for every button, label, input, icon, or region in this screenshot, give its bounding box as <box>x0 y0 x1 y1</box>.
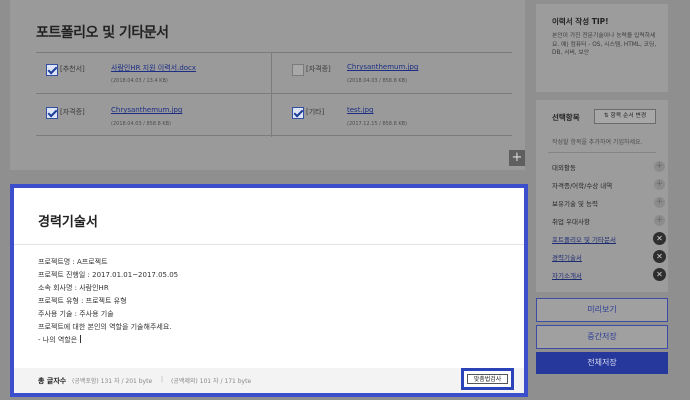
add-item-icon[interactable]: + <box>654 179 665 190</box>
text-line: 프로젝트 유형 : 프로젝트 유형 <box>38 297 127 305</box>
divider <box>548 152 656 153</box>
grid-divider <box>271 53 272 137</box>
text-line: 프로젝트에 대한 본인의 역할을 기술해주세요. <box>38 323 172 331</box>
file-tag: [기타] <box>306 108 325 116</box>
file-tag: [자격증] <box>306 65 331 73</box>
selection-item-label: 보유기술 및 능력 <box>552 200 598 208</box>
file-checkbox[interactable] <box>46 64 58 76</box>
portfolio-section: 포트폴리오 및 기타문서 [추천서] 사람인HR 지원 이력서.docx (20… <box>10 0 525 170</box>
file-link[interactable]: test.jpg <box>347 106 374 114</box>
portfolio-file-grid: [추천서] 사람인HR 지원 이력서.docx (2018.04.03 / 13… <box>36 52 512 137</box>
add-item-icon[interactable]: + <box>654 161 665 172</box>
text-line: 프로젝트명 : A프로젝트 <box>38 258 108 266</box>
text-line-last: - 나의 역할은 <box>38 334 178 347</box>
career-textarea[interactable]: 프로젝트명 : A프로젝트 프로젝트 진행일 : 2017.01.01~2017… <box>38 256 178 347</box>
char-count-without-spaces: (공백제외) 101 자 / 171 byte <box>171 378 252 385</box>
portfolio-file-item: [자격증] Chrysanthemum.jpg (2018.04.03 / 85… <box>282 53 512 93</box>
save-all-button[interactable]: 전체저장 <box>536 352 668 374</box>
char-count-with-spaces: (공백포함) 131 자 / 201 byte <box>72 378 153 385</box>
selection-item-label: 대외활동 <box>552 164 576 172</box>
selection-item: 경력기술서 ✕ <box>552 250 666 264</box>
add-item-icon[interactable]: + <box>654 215 665 226</box>
count-separator: | <box>161 376 164 383</box>
reorder-button[interactable]: ⇅ 항목 순서 변경 <box>594 109 656 124</box>
add-file-button[interactable]: + <box>509 150 525 166</box>
file-meta: (2018.04.03 / 858.8 KB) <box>347 78 408 84</box>
remove-item-icon[interactable]: ✕ <box>653 232 666 245</box>
text-line: 주사용 기술 : 주사용 기술 <box>38 310 114 318</box>
divider <box>14 244 524 245</box>
temp-save-button[interactable]: 중간저장 <box>536 325 668 349</box>
tips-title: 이력서 작성 TIP! <box>552 17 609 26</box>
add-item-icon[interactable]: + <box>654 197 665 208</box>
tips-body: 본인이 가진 전문기술이나 능력을 입력하세요. 예) 컴퓨터 - OS, 시스… <box>552 33 657 56</box>
text-line: - 나의 역할은 <box>38 336 80 344</box>
selection-hint: 작성할 항목을 추가하여 기입하세요. <box>552 139 643 146</box>
selection-title: 선택항목 <box>552 113 580 122</box>
spell-check-highlight: 맞춤법검사 <box>461 368 514 390</box>
selection-item-label: 자격증/어학/수상 내역 <box>552 182 613 190</box>
selection-item: 포트폴리오 및 기타문서 ✕ <box>552 232 666 246</box>
grid-divider <box>36 93 512 94</box>
preview-button[interactable]: 미리보기 <box>536 298 668 322</box>
text-line: 프로젝트 진행일 : 2017.01.01~2017.05.05 <box>38 271 179 279</box>
portfolio-file-item: [기타] test.jpg (2017.12.15 / 858.8 KB) <box>282 96 512 136</box>
file-checkbox[interactable] <box>292 64 304 76</box>
selection-item-link[interactable]: 자기소개서 <box>552 270 582 280</box>
file-tag: [추천서] <box>60 65 85 73</box>
portfolio-file-item: [자격증] Chrysanthemum.jpg (2018.04.03 / 85… <box>36 96 266 136</box>
file-checkbox[interactable] <box>46 107 58 119</box>
file-link[interactable]: Chrysanthemum.jpg <box>347 63 418 71</box>
selection-item: 보유기술 및 능력 + <box>552 196 665 210</box>
char-count-label: 총 글자수 <box>38 377 67 385</box>
char-count-bar: 총 글자수 (공백포함) 131 자 / 201 byte | (공백제외) 1… <box>14 368 524 393</box>
career-title: 경력기술서 <box>38 215 98 230</box>
spell-check-button[interactable]: 맞춤법검사 <box>467 374 508 384</box>
file-checkbox[interactable] <box>292 107 304 119</box>
remove-item-icon[interactable]: ✕ <box>653 268 666 281</box>
text-cursor <box>80 335 82 343</box>
file-meta: (2018.04.03 / 858.8 KB) <box>111 121 172 127</box>
file-tag: [자격증] <box>60 108 85 116</box>
text-line: 소속 회사명 : 사람인HR <box>38 284 109 292</box>
selection-panel: 선택항목 ⇅ 항목 순서 변경 작성할 항목을 추가하여 기입하세요. 대외활동… <box>536 100 668 292</box>
selection-item-label: 취업 우대사항 <box>552 218 590 226</box>
file-meta: (2017.12.15 / 858.8 KB) <box>347 121 408 127</box>
career-description-section: 경력기술서 프로젝트명 : A프로젝트 프로젝트 진행일 : 2017.01.0… <box>10 184 528 397</box>
selection-item: 자기소개서 ✕ <box>552 268 666 282</box>
file-link[interactable]: Chrysanthemum.jpg <box>111 106 182 114</box>
selection-item: 대외활동 + <box>552 160 665 174</box>
file-link[interactable]: 사람인HR 지원 이력서.docx <box>111 63 196 73</box>
portfolio-file-item: [추천서] 사람인HR 지원 이력서.docx (2018.04.03 / 13… <box>36 53 266 93</box>
remove-item-icon[interactable]: ✕ <box>653 250 666 263</box>
selection-item-link[interactable]: 경력기술서 <box>552 252 582 262</box>
selection-item: 취업 우대사항 + <box>552 214 665 228</box>
portfolio-title: 포트폴리오 및 기타문서 <box>36 25 169 41</box>
tips-panel: 이력서 작성 TIP! 본인이 가진 전문기술이나 능력을 입력하세요. 예) … <box>536 4 668 92</box>
file-meta: (2018.04.03 / 13.4 KB) <box>111 78 168 84</box>
selection-item-link[interactable]: 포트폴리오 및 기타문서 <box>552 234 616 244</box>
selection-item: 자격증/어학/수상 내역 + <box>552 178 665 192</box>
